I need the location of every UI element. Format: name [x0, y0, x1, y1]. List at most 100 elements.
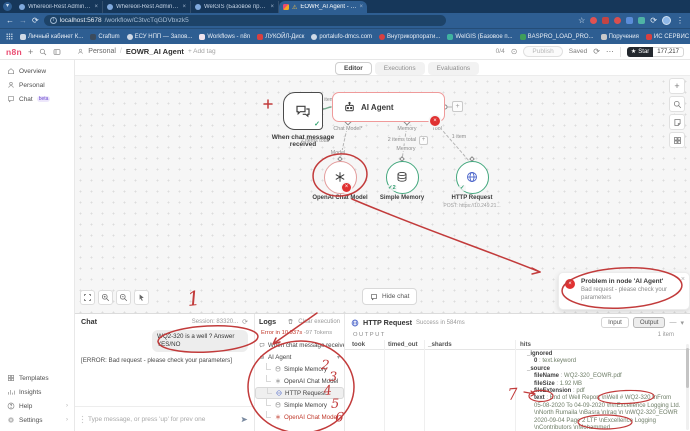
extension-icon-1[interactable] — [590, 17, 598, 24]
n8n-logo[interactable]: n8n — [6, 47, 22, 57]
browser-menu-icon[interactable]: ⋮ — [676, 16, 684, 25]
clear-execution-button[interactable]: Clear execution — [298, 319, 340, 325]
more-icon[interactable]: ⋯ — [606, 47, 614, 56]
bookmark-star-icon[interactable]: ☆ — [578, 16, 585, 25]
tab-editor[interactable]: Editor — [335, 62, 372, 75]
bookmark-item[interactable]: portalufo-dmcs.com — [311, 33, 372, 40]
node-ai-agent[interactable]: AI Agent — [332, 92, 445, 122]
breadcrumb-project[interactable]: Personal — [88, 48, 116, 55]
fit-view-button[interactable] — [80, 290, 95, 305]
log-row-openai-1[interactable]: OpenAI Chat Model — [255, 375, 344, 387]
bookmark-item[interactable]: Поручения — [600, 33, 639, 40]
agent-error-badge[interactable]: × — [430, 116, 440, 126]
reload-icon[interactable]: ⟳ — [32, 16, 39, 25]
browser-tab-3[interactable]: WelGIS (Базовое приложени × — [191, 1, 279, 13]
history-icon[interactable]: ⟳ — [593, 47, 600, 56]
extension-icon-4[interactable] — [638, 17, 646, 24]
column-took[interactable]: took — [352, 341, 365, 348]
chat-message-input[interactable] — [88, 416, 236, 423]
json-key[interactable]: _ignored — [527, 351, 552, 357]
panel-toggle-icon[interactable] — [53, 48, 61, 56]
chevron-down-icon[interactable]: ▾ — [337, 354, 340, 361]
input-tab-button[interactable]: Input — [601, 317, 629, 328]
send-icon[interactable] — [240, 415, 249, 424]
sidebar-item-overview[interactable]: Overview — [0, 64, 74, 78]
tab-search-icon[interactable]: ▾ — [3, 2, 12, 11]
scrollbar-thumb[interactable] — [686, 348, 689, 388]
bookmark-item[interactable]: ИС СЕРВИС 2.0 По... — [645, 33, 690, 40]
tab-close-icon[interactable]: × — [270, 4, 274, 10]
github-star-widget[interactable]: ★ Star 177,217 — [626, 46, 684, 57]
workflow-canvas[interactable]: 1 item Chat Model* Memory Tool 2 items t… — [75, 76, 690, 313]
extension-icon-3[interactable] — [614, 17, 622, 24]
sidebar-item-templates[interactable]: Templates — [0, 371, 75, 385]
json-key[interactable]: _source — [527, 366, 550, 372]
node-openai-chat-model[interactable] — [323, 160, 357, 194]
new-workflow-icon[interactable]: + — [28, 47, 33, 57]
hide-chat-button[interactable]: Hide chat — [362, 288, 418, 305]
zoom-in-button[interactable] — [98, 290, 113, 305]
add-node-endpoint[interactable]: + — [452, 101, 463, 112]
bookmark-item[interactable]: Workflows - n8n — [199, 33, 250, 40]
site-info-icon[interactable]: i — [49, 17, 57, 24]
bookmark-item[interactable]: WelGIS (Базовое п... — [447, 33, 513, 40]
add-node-button[interactable]: + — [669, 78, 685, 94]
sidebar-item-help[interactable]: Help › — [0, 399, 75, 413]
drag-handle[interactable] — [81, 415, 84, 424]
collapse-icon[interactable]: — — [669, 319, 676, 326]
log-row-memory-2[interactable]: Simple Memory — [255, 399, 344, 411]
bookmark-item[interactable]: ЕСУ НПП — Запов... — [126, 33, 192, 40]
bookmark-item[interactable]: Личный кабинет К... — [20, 33, 83, 40]
session-label[interactable]: Session: 83320... — [192, 319, 238, 325]
trash-icon[interactable] — [287, 318, 294, 325]
toast-close-icon[interactable]: × — [681, 276, 685, 283]
zoom-out-button[interactable] — [116, 290, 131, 305]
node-chat-trigger[interactable]: ✓ — [283, 92, 323, 130]
browser-tab-1[interactable]: Whereoil-Rest Administration × — [15, 1, 103, 13]
browser-tab-active[interactable]: ⚠ EOWR_AI Agent - n8n × — [279, 1, 367, 13]
add-memory-endpoint[interactable]: + — [419, 136, 428, 145]
bookmark-item[interactable]: BASPRO_LOAD_PRO... — [519, 33, 594, 40]
tab-executions[interactable]: Executions — [374, 62, 425, 75]
sidebar-item-insights[interactable]: Insights — [0, 385, 75, 399]
tab-close-icon[interactable]: × — [94, 4, 98, 10]
tab-evaluations[interactable]: Evaluations — [427, 62, 480, 75]
session-refresh-icon[interactable]: ⟳ — [242, 318, 248, 326]
profile-avatar[interactable] — [662, 16, 671, 25]
sync-icon[interactable]: ⟳ — [650, 16, 657, 25]
sidebar-item-settings[interactable]: Settings › — [0, 413, 75, 427]
output-tab-button[interactable]: Output — [632, 317, 666, 328]
layout-button[interactable] — [669, 132, 685, 148]
search-icon[interactable] — [39, 48, 47, 56]
browser-tab-2[interactable]: Whereoil-Rest Administration × — [103, 1, 191, 13]
sidebar-item-personal[interactable]: Personal — [0, 78, 74, 92]
openai-error-badge[interactable]: × — [342, 183, 351, 192]
bookmark-item[interactable]: Craftum — [90, 33, 120, 40]
chevron-down-icon[interactable]: ▾ — [680, 319, 684, 327]
tab-close-icon[interactable]: × — [359, 4, 363, 10]
add-tag-button[interactable]: + Add tag — [188, 48, 216, 55]
log-row-agent[interactable]: AI Agent ▾ — [255, 351, 344, 363]
publish-button[interactable]: Publish — [523, 46, 563, 57]
log-row-trigger[interactable]: When chat message received — [255, 339, 344, 351]
bookmark-item[interactable]: Внутрикорпорати... — [379, 33, 440, 40]
log-row-openai-2-error[interactable]: OpenAI Chat Model — [255, 411, 344, 423]
progress-circle-icon[interactable]: ⊙ — [511, 47, 518, 56]
tab-close-icon[interactable]: × — [182, 4, 186, 10]
back-icon[interactable]: ← — [6, 16, 14, 25]
workflow-title[interactable]: EOWR_AI Agent — [126, 47, 184, 56]
column-hits[interactable]: hits — [520, 341, 531, 348]
translate-icon[interactable] — [626, 17, 634, 24]
column-timed-out[interactable]: timed_out — [388, 341, 418, 348]
apps-grid-icon[interactable] — [6, 33, 13, 40]
log-row-memory-1[interactable]: Simple Memory — [255, 363, 344, 375]
column-shards[interactable]: _shards — [428, 341, 452, 348]
forward-icon[interactable]: → — [19, 16, 27, 25]
pointer-mode-button[interactable] — [134, 290, 149, 305]
bookmark-item[interactable]: ЛУКОЙЛ-Диск — [257, 33, 304, 40]
log-row-http-selected[interactable]: HTTP Request — [255, 387, 344, 399]
sidebar-item-chat[interactable]: Chat beta — [0, 92, 74, 106]
sticky-note-button[interactable] — [669, 114, 685, 130]
scrollbar[interactable] — [686, 344, 689, 430]
address-bar[interactable]: i localhost:5678/workflow/C3tvcTqGDVbxzk… — [43, 15, 446, 26]
